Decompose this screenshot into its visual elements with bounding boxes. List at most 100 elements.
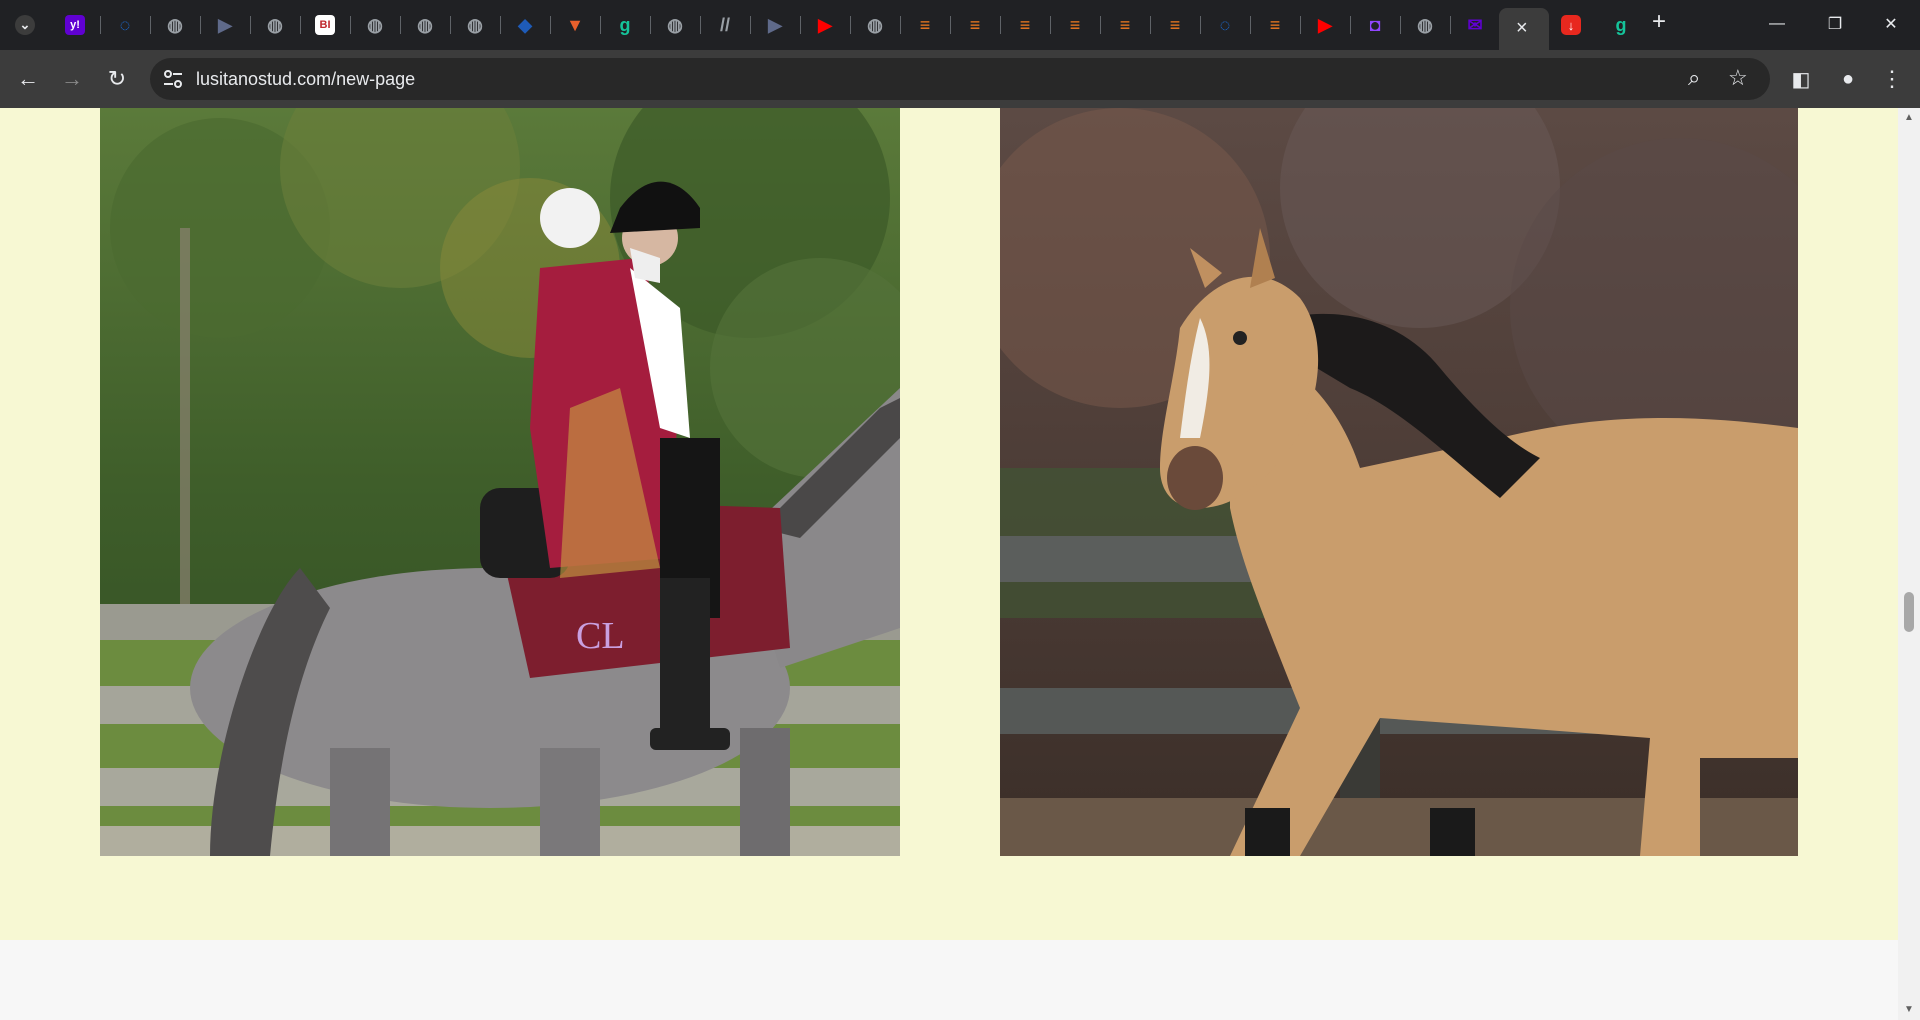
bookmark-star-icon[interactable]: ☆ — [1728, 65, 1748, 91]
tab-separator — [1050, 16, 1051, 34]
scrollbar-thumb[interactable] — [1904, 592, 1914, 632]
tab-separator — [1250, 16, 1251, 34]
tab-separator — [1300, 16, 1301, 34]
browser-tab[interactable]: ◌ — [1210, 10, 1240, 40]
browser-tab[interactable]: ◍ — [360, 10, 390, 40]
browser-tab[interactable]: ↓ — [1556, 10, 1586, 40]
restore-button[interactable]: ❐ — [1806, 0, 1864, 48]
tab-separator — [1200, 16, 1201, 34]
globe-icon: ◍ — [867, 14, 883, 35]
tab-separator — [750, 16, 751, 34]
malwarebytes-icon: ◌ — [119, 14, 131, 35]
chrome-menu-icon[interactable]: ⋮ — [1876, 63, 1908, 95]
browser-tab[interactable]: ▶ — [1310, 10, 1340, 40]
bookmark-orange-icon: ≡ — [919, 14, 931, 35]
active-tab[interactable]: × — [1499, 8, 1549, 50]
scroll-up-icon[interactable]: ▲ — [1903, 112, 1915, 124]
tab-separator — [1350, 16, 1351, 34]
tab-separator — [850, 16, 851, 34]
browser-tab[interactable]: ▼ — [560, 10, 590, 40]
browser-tab[interactable]: ◘ — [1360, 10, 1390, 40]
tab-separator — [250, 16, 251, 34]
tab-separator — [1400, 16, 1401, 34]
reload-button[interactable]: ↻ — [101, 63, 133, 95]
tab-separator — [650, 16, 651, 34]
malwarebytes-icon: ◌ — [1219, 14, 1231, 35]
buckskin-horse-image — [1000, 108, 1798, 856]
browser-tab[interactable]: ≡ — [910, 10, 940, 40]
browser-tab[interactable]: ◍ — [260, 10, 290, 40]
zoom-icon[interactable]: ⌕ — [1688, 65, 1700, 91]
yahoo-mail-icon: ✉ — [1467, 14, 1483, 35]
browser-tab[interactable]: ▶ — [810, 10, 840, 40]
cube-icon: ◆ — [518, 14, 532, 35]
site-settings-icon[interactable] — [162, 69, 184, 89]
browser-tab[interactable]: y! — [60, 10, 90, 40]
tab-separator — [300, 16, 301, 34]
browser-tab[interactable]: ◍ — [860, 10, 890, 40]
browser-tab[interactable]: ≡ — [1010, 10, 1040, 40]
browser-tab[interactable]: ▶ — [210, 10, 240, 40]
tab-search-icon: ⌄ — [15, 15, 35, 35]
tab-separator — [550, 16, 551, 34]
globe-icon: ◍ — [267, 14, 283, 35]
browser-tab[interactable]: ✉ — [1460, 10, 1490, 40]
forward-button[interactable]: → — [56, 63, 88, 95]
browser-tab[interactable]: ▶ — [760, 10, 790, 40]
twitch-icon: ◘ — [1369, 14, 1381, 35]
browser-tab[interactable]: g — [1606, 10, 1636, 40]
globe-icon: ◍ — [467, 14, 483, 35]
minimize-button[interactable]: — — [1748, 0, 1806, 48]
tab-search-button[interactable]: ⌄ — [10, 10, 40, 40]
close-window-button[interactable]: ✕ — [1862, 0, 1920, 48]
globe-icon: ◍ — [167, 14, 183, 35]
tab-separator — [700, 16, 701, 34]
tab-separator — [800, 16, 801, 34]
browser-toolbar: ← → ↻ lusitanostud.com/new-page ⌕ ☆ ◧ ● … — [0, 50, 1920, 108]
back-button[interactable]: ← — [12, 63, 44, 95]
grammarly-icon: g — [619, 14, 631, 35]
url-text[interactable]: lusitanostud.com/new-page — [196, 69, 415, 90]
scroll-down-icon[interactable]: ▼ — [1903, 1004, 1915, 1016]
tab-separator — [200, 16, 201, 34]
download-red-icon: ↓ — [1561, 15, 1581, 35]
browser-tab[interactable]: ≡ — [1060, 10, 1090, 40]
browser-tab[interactable]: ◍ — [160, 10, 190, 40]
tab-separator — [500, 16, 501, 34]
tab-separator — [100, 16, 101, 34]
bookmark-orange-icon: ≡ — [1169, 14, 1181, 35]
profile-icon[interactable]: ● — [1832, 63, 1864, 95]
browser-tab[interactable]: ◌ — [110, 10, 140, 40]
bookmark-orange-icon: ≡ — [1119, 14, 1131, 35]
tab-separator — [1450, 16, 1451, 34]
browser-tab[interactable]: g — [610, 10, 640, 40]
browser-tab[interactable]: ◍ — [410, 10, 440, 40]
side-panel-icon[interactable]: ◧ — [1785, 63, 1817, 95]
tab-close-icon[interactable]: × — [1516, 17, 1528, 40]
browser-tab[interactable]: ≡ — [1260, 10, 1290, 40]
browser-tab[interactable]: // — [710, 10, 740, 40]
browser-tab[interactable]: BI — [310, 10, 340, 40]
youtube-icon: ▶ — [818, 14, 832, 35]
browser-tab[interactable]: ≡ — [1110, 10, 1140, 40]
browser-tab[interactable]: ◍ — [660, 10, 690, 40]
browser-tab[interactable]: ◆ — [510, 10, 540, 40]
bookmark-orange-icon: ≡ — [1069, 14, 1081, 35]
browser-tab[interactable]: ≡ — [960, 10, 990, 40]
address-bar[interactable]: lusitanostud.com/new-page ⌕ ☆ — [150, 58, 1770, 100]
new-tab-button[interactable]: + — [1652, 8, 1666, 36]
bookmark-orange-icon: ≡ — [1019, 14, 1031, 35]
tab-separator — [1150, 16, 1151, 34]
tab-separator — [1000, 16, 1001, 34]
browser-tab[interactable]: ≡ — [1160, 10, 1190, 40]
business-insider-icon: BI — [315, 15, 335, 35]
rider-on-grey-horse-image: CL — [100, 108, 900, 856]
tab-separator — [900, 16, 901, 34]
grey-arrow-icon: ▶ — [218, 14, 232, 35]
tab-separator — [350, 16, 351, 34]
page-scrollbar[interactable]: ▲ ▼ — [1898, 108, 1920, 1020]
globe-icon: ◍ — [367, 14, 383, 35]
tab-separator — [150, 16, 151, 34]
browser-tab[interactable]: ◍ — [1410, 10, 1440, 40]
browser-tab[interactable]: ◍ — [460, 10, 490, 40]
